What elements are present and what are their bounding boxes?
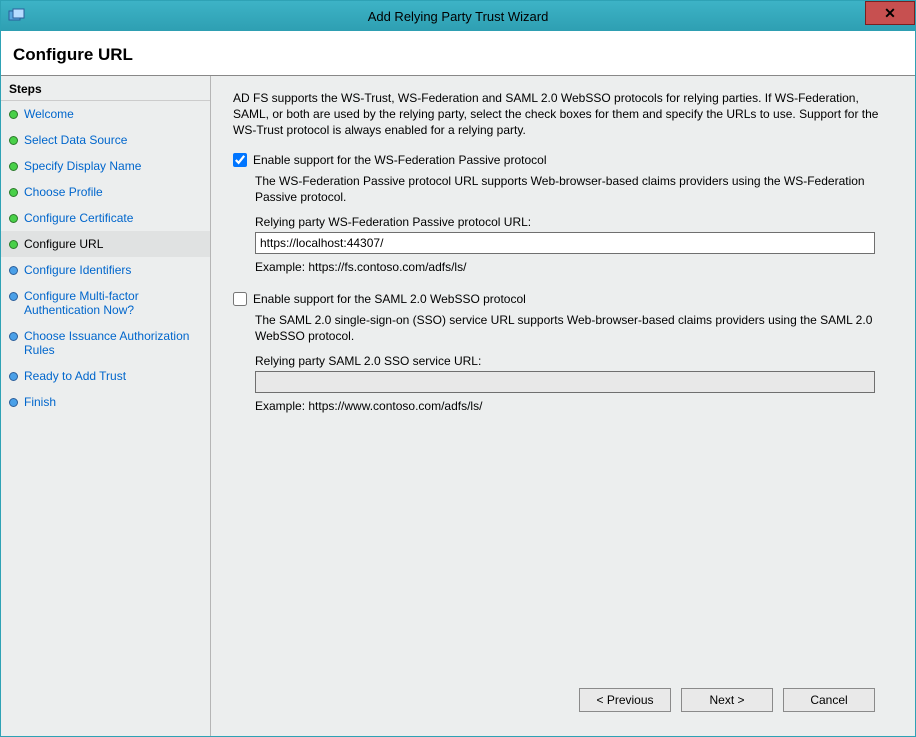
wsfed-url-input[interactable] [255, 232, 875, 254]
step-configure-identifiers[interactable]: Configure Identifiers [1, 257, 210, 283]
step-bullet-icon [9, 214, 18, 223]
saml-example: Example: https://www.contoso.com/adfs/ls… [255, 399, 893, 413]
step-bullet-icon [9, 162, 18, 171]
step-label: Configure URL [24, 237, 103, 251]
step-bullet-icon [9, 372, 18, 381]
wsfed-checkbox-row: Enable support for the WS-Federation Pas… [233, 153, 893, 167]
wsfed-checkbox-label[interactable]: Enable support for the WS-Federation Pas… [253, 153, 546, 167]
step-bullet-icon [9, 266, 18, 275]
wizard-body: Steps Welcome Select Data Source Specify D… [1, 76, 915, 736]
wsfed-checkbox[interactable] [233, 153, 247, 167]
wsfed-example: Example: https://fs.contoso.com/adfs/ls/ [255, 260, 893, 274]
step-label: Ready to Add Trust [24, 369, 126, 383]
titlebar: Add Relying Party Trust Wizard ✕ [1, 1, 915, 31]
wsfed-url-label: Relying party WS-Federation Passive prot… [255, 215, 893, 229]
step-configure-multi-factor-authentication-now[interactable]: Configure Multi-factor Authentication No… [1, 283, 210, 323]
step-configure-certificate[interactable]: Configure Certificate [1, 205, 210, 231]
step-bullet-icon [9, 292, 18, 301]
step-label: Choose Profile [24, 185, 103, 199]
wizard-footer: < Previous Next > Cancel [233, 677, 893, 726]
step-label: Finish [24, 395, 56, 409]
close-icon: ✕ [884, 5, 896, 22]
steps-title: Steps [1, 76, 210, 101]
window-title: Add Relying Party Trust Wizard [1, 9, 915, 24]
next-button[interactable]: Next > [681, 688, 773, 712]
saml-checkbox-label[interactable]: Enable support for the SAML 2.0 WebSSO p… [253, 292, 526, 306]
saml-description: The SAML 2.0 single-sign-on (SSO) servic… [255, 312, 893, 344]
content-pane: AD FS supports the WS-Trust, WS-Federati… [211, 76, 915, 736]
step-choose-issuance-authorization-rules[interactable]: Choose Issuance Authorization Rules [1, 323, 210, 363]
steps-sidebar: Steps Welcome Select Data Source Specify D… [1, 76, 211, 736]
cancel-button[interactable]: Cancel [783, 688, 875, 712]
close-button[interactable]: ✕ [865, 1, 915, 25]
saml-url-label: Relying party SAML 2.0 SSO service URL: [255, 354, 893, 368]
intro-text: AD FS supports the WS-Trust, WS-Federati… [233, 90, 893, 139]
step-bullet-icon [9, 332, 18, 341]
wsfed-description: The WS-Federation Passive protocol URL s… [255, 173, 893, 205]
step-bullet-icon [9, 110, 18, 119]
step-label: Welcome [24, 107, 74, 121]
step-specify-display-name[interactable]: Specify Display Name [1, 153, 210, 179]
saml-checkbox-row: Enable support for the SAML 2.0 WebSSO p… [233, 292, 893, 306]
saml-url-input[interactable] [255, 371, 875, 393]
saml-checkbox[interactable] [233, 292, 247, 306]
step-choose-profile[interactable]: Choose Profile [1, 179, 210, 205]
page-title: Configure URL [13, 45, 903, 65]
step-label: Configure Multi-factor Authentication No… [24, 289, 202, 317]
step-bullet-icon [9, 240, 18, 249]
step-bullet-icon [9, 398, 18, 407]
step-bullet-icon [9, 188, 18, 197]
step-select-data-source[interactable]: Select Data Source [1, 127, 210, 153]
step-finish[interactable]: Finish [1, 389, 210, 415]
previous-button[interactable]: < Previous [579, 688, 671, 712]
step-label: Configure Identifiers [24, 263, 131, 277]
step-bullet-icon [9, 136, 18, 145]
step-label: Select Data Source [24, 133, 127, 147]
step-label: Configure Certificate [24, 211, 133, 225]
step-configure-url[interactable]: Configure URL [1, 231, 210, 257]
step-label: Specify Display Name [24, 159, 141, 173]
page-header: Configure URL [1, 31, 915, 76]
step-welcome[interactable]: Welcome [1, 101, 210, 127]
step-ready-to-add-trust[interactable]: Ready to Add Trust [1, 363, 210, 389]
step-label: Choose Issuance Authorization Rules [24, 329, 202, 357]
wizard-window: Add Relying Party Trust Wizard ✕ Configu… [0, 0, 916, 737]
